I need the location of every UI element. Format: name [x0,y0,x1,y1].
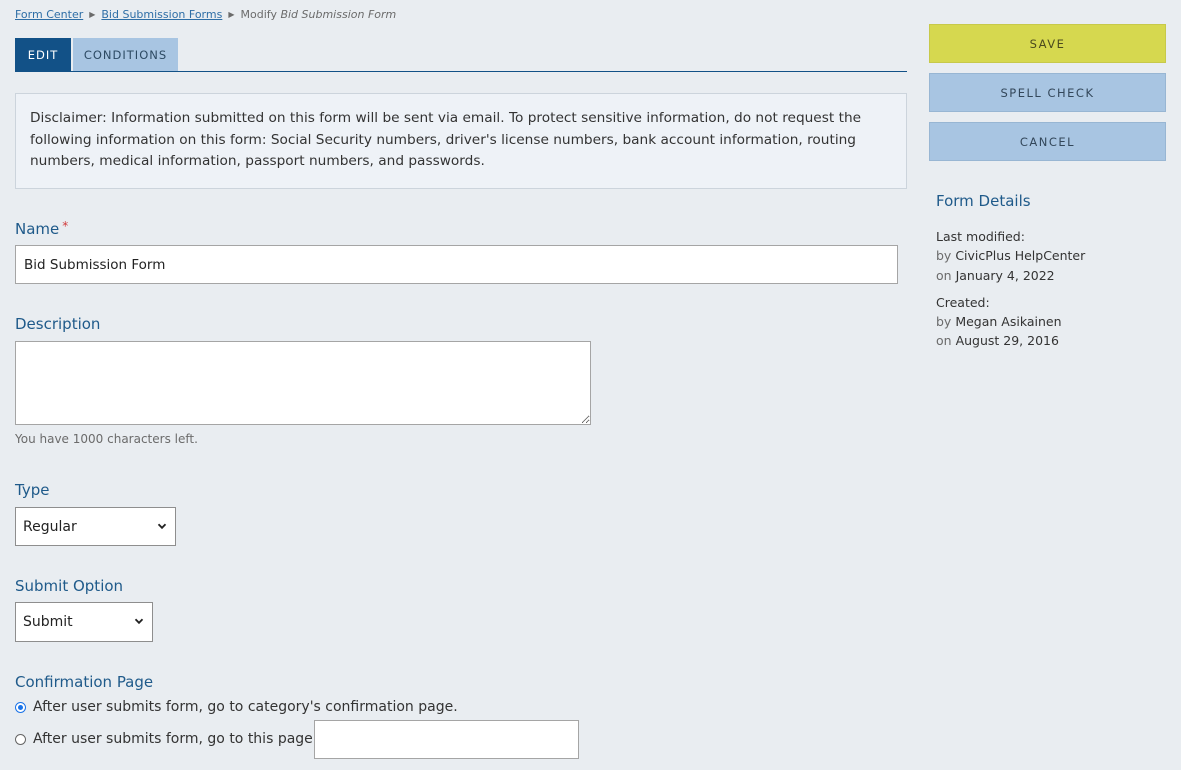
description-label: Description [15,315,101,333]
cancel-button[interactable]: CANCEL [929,122,1166,161]
submit-option-value: Submit [23,614,73,630]
chevron-down-icon [134,618,144,625]
on-prefix: on [936,333,952,348]
modified-on-line: on January 4, 2022 [936,268,1055,283]
breadcrumb-bid-forms-link[interactable]: Bid Submission Forms [101,8,222,21]
modified-by-name: CivicPlus HelpCenter [955,248,1086,263]
tab-edit[interactable]: EDIT [15,38,71,71]
by-prefix: by [936,248,952,263]
confirmation-option-page[interactable]: After user submits form, go to this page… [15,731,318,747]
name-label-text: Name [15,220,60,238]
breadcrumb-current-name: Bid Submission Form [280,8,397,21]
type-label: Type [15,481,50,499]
description-textarea[interactable] [15,341,591,425]
characters-left-hint: You have 1000 characters left. [15,432,198,446]
name-label: Name * [15,219,69,238]
created-on-line: on August 29, 2016 [936,333,1059,348]
confirmation-option-category-label: After user submits form, go to category'… [33,699,458,715]
modified-by-line: by CivicPlus HelpCenter [936,248,1085,263]
radio-category-confirmation[interactable] [15,701,26,713]
submit-option-label: Submit Option [15,577,124,595]
type-select[interactable]: Regular [15,507,176,546]
required-marker: * [62,219,69,233]
tab-divider [15,71,907,72]
created-on-date: August 29, 2016 [955,333,1059,348]
chevron-down-icon [157,523,167,529]
breadcrumb-separator-icon: ▶ [228,10,235,19]
last-modified-label: Last modified: [936,229,1025,244]
form-details-title: Form Details [936,192,1031,210]
disclaimer-box: Disclaimer: Information submitted on thi… [15,93,907,189]
confirmation-page-label: Confirmation Page [15,673,154,691]
by-prefix: by [936,314,952,329]
radio-custom-page[interactable] [15,733,26,745]
confirmation-option-page-label: After user submits form, go to this page… [33,731,318,747]
type-select-value: Regular [23,518,77,535]
spell-check-button[interactable]: SPELL CHECK [929,73,1166,112]
submit-option-select[interactable]: Submit [15,602,153,642]
tab-conditions[interactable]: CONDITIONS [73,38,178,71]
created-by-name: Megan Asikainen [955,314,1062,329]
breadcrumb-current-prefix: Modify [240,8,277,21]
name-input[interactable] [15,245,898,284]
breadcrumb-form-center-link[interactable]: Form Center [15,8,83,21]
save-button[interactable]: SAVE [929,24,1166,63]
modified-on-date: January 4, 2022 [955,268,1055,283]
confirmation-option-category[interactable]: After user submits form, go to category'… [15,699,458,715]
confirmation-page-input[interactable] [314,720,579,759]
breadcrumb: Form Center ▶ Bid Submission Forms ▶ Modify … [15,8,396,21]
created-by-line: by Megan Asikainen [936,314,1062,329]
created-label: Created: [936,295,990,310]
breadcrumb-separator-icon: ▶ [89,10,96,19]
on-prefix: on [936,268,952,283]
